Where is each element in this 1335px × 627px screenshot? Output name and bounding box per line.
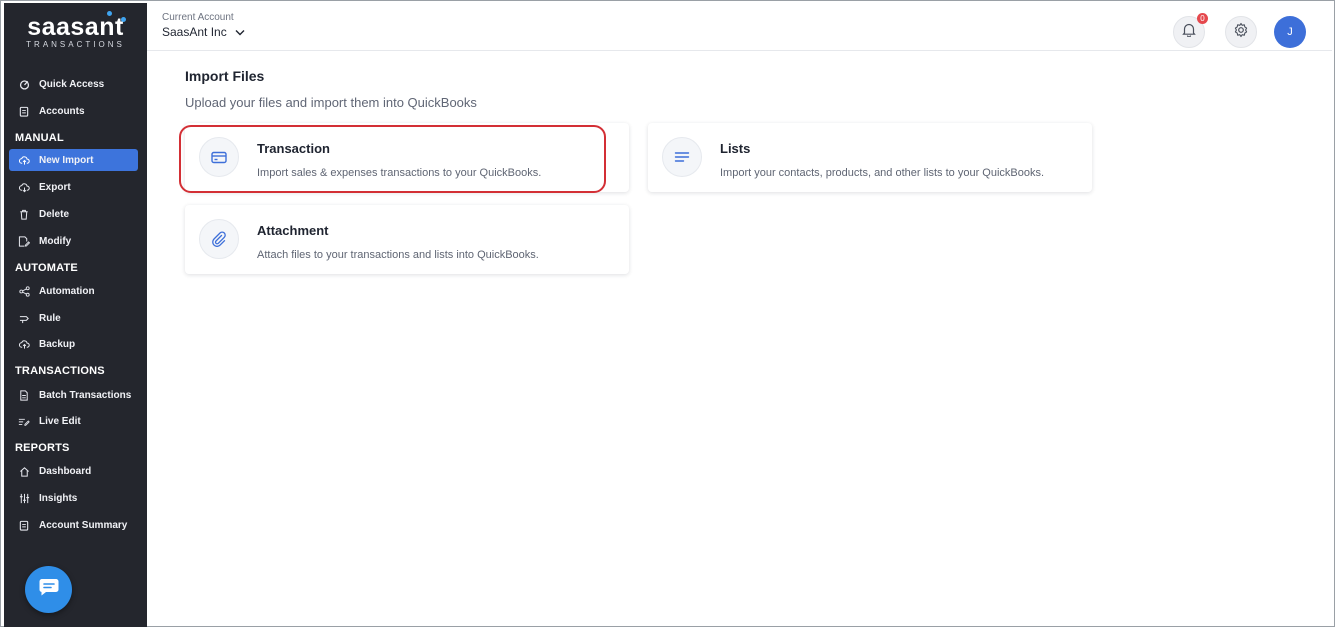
sidebar-item-label: Account Summary (39, 519, 128, 531)
sidebar-item-account-summary[interactable]: Account Summary (9, 514, 138, 536)
card-title: Lists (720, 141, 751, 156)
card-description: Import your contacts, products, and othe… (720, 167, 1045, 179)
paperclip-icon (199, 219, 239, 259)
list-icon (662, 137, 702, 177)
sidebar-item-batch-transactions[interactable]: Batch Transactions (9, 384, 138, 406)
chevron-down-icon (235, 25, 245, 39)
sidebar-item-label: Rule (39, 312, 61, 324)
card-description: Attach files to your transactions and li… (257, 249, 539, 261)
chat-support-button[interactable] (25, 566, 72, 613)
sidebar-item-export[interactable]: Export (9, 176, 138, 198)
sidebar-item-label: Accounts (39, 105, 85, 117)
current-account-label: Current Account (162, 12, 234, 23)
quick-access-icon (18, 78, 30, 90)
section-manual: MANUAL (15, 132, 64, 144)
logo-text: saasant (27, 13, 124, 41)
sidebar-item-label: Quick Access (39, 78, 105, 90)
page-title: Import Files (185, 68, 265, 84)
notification-badge: 0 (1197, 13, 1208, 24)
card-description: Import sales & expenses transactions to … (257, 167, 542, 179)
sidebar-item-label: Backup (39, 338, 76, 350)
user-avatar[interactable]: J (1274, 16, 1306, 48)
logo-wordmark: saasant (27, 11, 127, 41)
card-title: Attachment (257, 223, 329, 238)
lists-card[interactable]: Lists Import your contacts, products, an… (648, 123, 1092, 192)
logo-subtitle: TRANSACTIONS (26, 40, 125, 49)
sliders-icon (18, 492, 30, 504)
sidebar-item-modify[interactable]: Modify (9, 230, 138, 252)
sidebar-item-automation[interactable]: Automation (9, 280, 138, 302)
chat-bubble-icon (38, 577, 60, 602)
transaction-card[interactable]: Transaction Import sales & expenses tran… (185, 123, 629, 192)
top-header: Current Account SaasAnt Inc 0 J (147, 3, 1332, 51)
page-subtitle: Upload your files and import them into Q… (185, 95, 477, 110)
bell-icon (1182, 22, 1196, 42)
sidebar-item-label: Batch Transactions (39, 389, 132, 401)
sidebar-item-accounts[interactable]: Accounts (9, 100, 138, 122)
sidebar-item-dashboard[interactable]: Dashboard (9, 460, 138, 482)
credit-card-icon (199, 137, 239, 177)
home-icon (18, 465, 30, 477)
sidebar-item-label: Export (39, 181, 71, 193)
sidebar-item-quick-access[interactable]: Quick Access (9, 73, 138, 95)
sidebar-item-label: Dashboard (39, 465, 92, 477)
sidebar-item-delete[interactable]: Delete (9, 203, 138, 225)
rule-icon (18, 312, 30, 324)
sidebar-item-insights[interactable]: Insights (9, 487, 138, 509)
backup-icon (18, 338, 30, 350)
sidebar-item-label: Automation (39, 285, 95, 297)
sidebar-item-label: Delete (39, 208, 70, 220)
sidebar-item-new-import[interactable]: New Import (9, 149, 138, 171)
account-selector[interactable]: SaasAnt Inc (162, 25, 245, 39)
gear-icon (1233, 22, 1249, 43)
sidebar-item-backup[interactable]: Backup (9, 333, 138, 355)
automation-icon (18, 285, 30, 297)
sidebar-item-live-edit[interactable]: Live Edit (9, 410, 138, 432)
summary-icon (18, 519, 30, 531)
attachment-card[interactable]: Attachment Attach files to your transact… (185, 205, 629, 274)
saasant-logo[interactable]: saasant TRANSACTIONS (4, 3, 147, 61)
card-title: Transaction (257, 141, 330, 156)
batch-icon (18, 389, 30, 401)
sidebar-item-rule[interactable]: Rule (9, 307, 138, 329)
section-automate: AUTOMATE (15, 262, 78, 274)
sidebar-item-label: New Import (39, 154, 94, 166)
download-cloud-icon (18, 181, 30, 193)
sidebar-item-label: Live Edit (39, 415, 81, 427)
section-reports: REPORTS (15, 442, 70, 454)
sidebar: saasant TRANSACTIONS Quick Access Accoun… (4, 3, 147, 627)
sidebar-item-label: Insights (39, 492, 78, 504)
upload-cloud-icon (18, 154, 30, 166)
section-transactions: TRANSACTIONS (15, 365, 105, 377)
account-name: SaasAnt Inc (162, 25, 227, 39)
logo-node-dot (121, 17, 127, 22)
live-edit-icon (18, 415, 30, 427)
accounts-icon (18, 105, 30, 117)
sidebar-item-label: Modify (39, 235, 72, 247)
trash-icon (18, 208, 30, 220)
notifications-button[interactable]: 0 (1173, 13, 1208, 48)
settings-button[interactable] (1225, 16, 1257, 48)
edit-file-icon (18, 235, 30, 247)
